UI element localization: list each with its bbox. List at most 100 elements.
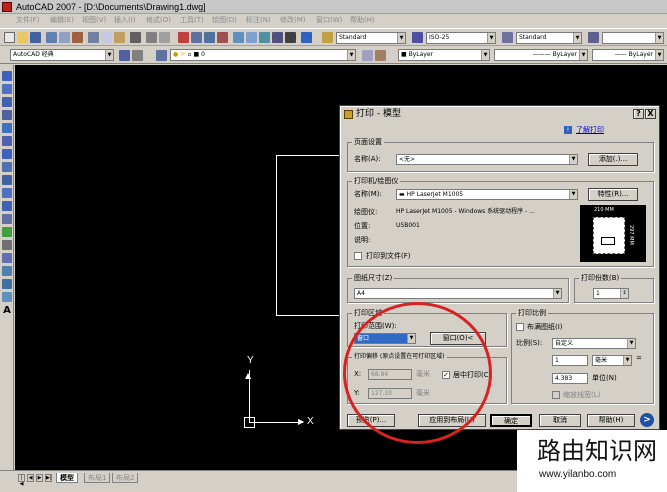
first-tab-icon[interactable]: |◀: [18, 474, 25, 487]
gradient-icon[interactable]: [2, 266, 12, 276]
zoom-previous-icon[interactable]: [217, 32, 228, 43]
printer-name-select[interactable]: ▬ HP LaserJet M1005 ▼: [396, 189, 578, 200]
sheet-set-icon[interactable]: [272, 32, 283, 43]
paste-icon[interactable]: [114, 32, 125, 43]
make-current-layer-icon[interactable]: [362, 50, 373, 61]
zoom-realtime-icon[interactable]: [191, 32, 202, 43]
close-button[interactable]: X: [645, 109, 656, 119]
tab-layout1[interactable]: 布局1: [84, 473, 111, 483]
scale-units-input[interactable]: 4.383: [552, 373, 588, 384]
publish-icon[interactable]: [72, 32, 83, 43]
help-button[interactable]: 帮助(H): [587, 414, 635, 427]
calculator-icon[interactable]: [285, 32, 296, 43]
save-icon[interactable]: [30, 32, 41, 43]
layer-combo[interactable]: ● ☼ ▫ ■ 0 ▼: [170, 49, 356, 61]
open-icon[interactable]: [17, 32, 28, 43]
make-block-icon[interactable]: [2, 227, 12, 237]
fit-to-paper-checkbox[interactable]: [516, 323, 524, 331]
insert-block-icon[interactable]: [2, 214, 12, 224]
table-style-combo[interactable]: Standard ▼: [516, 32, 582, 44]
construction-line-icon[interactable]: [2, 84, 12, 94]
polygon-icon[interactable]: [2, 110, 12, 120]
learn-plot-link[interactable]: 了解打印: [576, 125, 604, 135]
print-preview-icon[interactable]: [59, 32, 70, 43]
printer-properties-button[interactable]: 特性(R)...: [588, 188, 638, 201]
ellipse-arc-icon[interactable]: [2, 201, 12, 211]
menu-dimension[interactable]: 标注(N): [246, 14, 271, 27]
scale-mm-input[interactable]: 1: [552, 355, 588, 366]
cancel-button[interactable]: 取消: [539, 414, 581, 427]
tool-palettes-icon[interactable]: [259, 32, 270, 43]
ellipse-icon[interactable]: [2, 188, 12, 198]
copy-icon[interactable]: [101, 32, 112, 43]
circle-icon[interactable]: [2, 149, 12, 159]
paper-size-select[interactable]: A4 ▼: [354, 288, 562, 299]
menu-format[interactable]: 格式(O): [146, 14, 171, 27]
menu-help[interactable]: 帮助(H): [350, 14, 375, 27]
polyline-icon[interactable]: [2, 97, 12, 107]
text-style-combo[interactable]: Standard ▼: [336, 32, 406, 44]
more-options-icon[interactable]: >: [640, 413, 654, 427]
linetype-combo[interactable]: ——— ByLayer ▼: [494, 49, 588, 61]
ucs-y-label: Y: [247, 355, 254, 366]
rectangle-icon[interactable]: [2, 123, 12, 133]
tab-model[interactable]: 模型: [56, 473, 78, 483]
menu-insert[interactable]: 插入(I): [114, 14, 136, 27]
new-icon[interactable]: [4, 32, 15, 43]
scale-lineweights-checkbox[interactable]: [552, 391, 560, 399]
properties-icon[interactable]: [233, 32, 244, 43]
next-tab-icon[interactable]: ▶: [36, 474, 43, 482]
multiline-text-icon[interactable]: A: [2, 306, 12, 316]
plot-to-file-checkbox[interactable]: [354, 252, 362, 260]
region-icon[interactable]: [2, 279, 12, 289]
line-icon[interactable]: [2, 71, 12, 81]
print-icon[interactable]: [46, 32, 57, 43]
point-icon[interactable]: [2, 240, 12, 250]
ok-button[interactable]: 确定: [490, 414, 532, 427]
hatch-icon[interactable]: [2, 253, 12, 263]
zoom-window-icon[interactable]: [204, 32, 215, 43]
undo-icon[interactable]: [146, 32, 157, 43]
workspace-combo[interactable]: AutoCAD 经典 ▼: [10, 49, 114, 61]
chevron-down-icon: ▼: [573, 33, 581, 43]
menu-window[interactable]: 窗口(W): [316, 14, 342, 27]
linetype-value: ByLayer: [552, 51, 577, 58]
last-tab-icon[interactable]: ▶|: [45, 474, 52, 482]
scale-label: 比例(S):: [516, 339, 543, 347]
revision-cloud-icon[interactable]: [2, 162, 12, 172]
menu-tools[interactable]: 工具(T): [180, 14, 204, 27]
prev-tab-icon[interactable]: ◀: [27, 474, 34, 482]
menu-file[interactable]: 文件(F): [16, 14, 40, 27]
arc-icon[interactable]: [2, 136, 12, 146]
lineweight-combo[interactable]: —— ByLayer ▼: [592, 49, 664, 61]
fit-to-paper-label: 布满图纸(I): [527, 323, 563, 331]
dim-style-combo[interactable]: ISO-25 ▼: [426, 32, 496, 44]
menu-draw[interactable]: 绘图(D): [212, 14, 237, 27]
table-icon[interactable]: [2, 292, 12, 302]
match-properties-icon[interactable]: [130, 32, 141, 43]
pan-icon[interactable]: [178, 32, 189, 43]
add-page-setup-button[interactable]: 添加(.)...: [588, 153, 638, 166]
spinner-icon[interactable]: ↕: [620, 289, 628, 298]
customize-icon[interactable]: [132, 50, 143, 61]
copies-spinner[interactable]: 1 ↕: [593, 288, 629, 299]
redo-icon[interactable]: [159, 32, 170, 43]
workspace-settings-icon[interactable]: [119, 50, 130, 61]
menu-edit[interactable]: 编辑(E): [50, 14, 74, 27]
page-setup-name-select[interactable]: <无> ▼: [396, 154, 578, 165]
layer-manager-icon[interactable]: [156, 50, 167, 61]
design-center-icon[interactable]: [246, 32, 257, 43]
menu-modify[interactable]: 修改(M): [280, 14, 306, 27]
window-frame-top: [276, 155, 340, 156]
help-icon[interactable]: [301, 32, 312, 43]
color-combo[interactable]: ■ ByLayer ▼: [398, 49, 490, 61]
tab-layout2[interactable]: 布局2: [112, 473, 139, 483]
help-title-button[interactable]: ?: [633, 109, 644, 119]
spline-icon[interactable]: [2, 175, 12, 185]
scale-unit-select[interactable]: 毫米 ▼: [592, 355, 632, 366]
cut-icon[interactable]: [88, 32, 99, 43]
multileader-style-combo[interactable]: ▼: [602, 32, 664, 44]
menu-view[interactable]: 视图(V): [82, 14, 106, 27]
scale-select[interactable]: 自定义 ▼: [552, 338, 636, 349]
layer-previous-icon[interactable]: [375, 50, 386, 61]
